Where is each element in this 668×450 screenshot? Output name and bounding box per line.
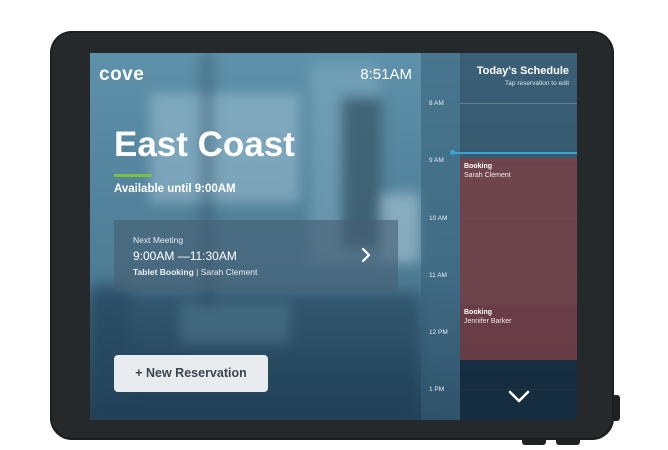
schedule-title: Today's Schedule (476, 65, 569, 77)
schedule-subtitle: Tap reservation to edit (505, 80, 569, 87)
next-meeting-time: 9:00AM —11:30AM (133, 249, 237, 263)
room-name: East Coast (114, 125, 295, 164)
next-meeting-organizer: Sarah Clement (200, 267, 258, 277)
new-reservation-button[interactable]: + New Reservation (114, 355, 268, 392)
hour-label: 8 AM (429, 100, 444, 107)
schedule-scroll-footer (460, 360, 577, 420)
chevron-down-icon[interactable] (508, 390, 530, 404)
booking-block[interactable]: Booking Jennifer Barker (460, 304, 577, 360)
hour-label: 1 PM (429, 386, 445, 393)
chevron-right-icon[interactable] (358, 247, 374, 263)
next-meeting-card[interactable]: Next Meeting 9:00AM —11:30AM Tablet Book… (114, 220, 398, 291)
cove-logo: cove (99, 64, 145, 85)
hour-label: 12 PM (429, 329, 448, 336)
availability-accent-bar (114, 174, 152, 177)
next-meeting-detail: Tablet Booking | Sarah Clement (133, 267, 257, 277)
booking-title: Booking (464, 163, 492, 170)
booking-title: Booking (464, 309, 492, 316)
availability-status: Available until 9:00AM (114, 183, 236, 195)
booking-organizer: Sarah Clement (464, 172, 511, 179)
bottom-button (522, 440, 546, 445)
side-button (614, 395, 620, 421)
booking-block[interactable]: Booking Sarah Clement (460, 158, 577, 304)
hour-gridline (460, 103, 577, 104)
current-time-indicator (453, 152, 577, 154)
room-status-panel: cove 8:51AM East Coast Available until 9… (90, 53, 421, 420)
next-meeting-title: Tablet Booking (133, 267, 194, 277)
hour-label: 11 AM (429, 272, 447, 279)
room-display-screen: cove 8:51AM East Coast Available until 9… (90, 53, 577, 420)
timeline-hours: 8 AM 9 AM 10 AM 11 AM 12 PM 1 PM (421, 53, 460, 420)
next-meeting-heading: Next Meeting (133, 235, 184, 245)
bottom-button (556, 440, 580, 445)
hour-label: 10 AM (429, 215, 448, 222)
current-time-dot (450, 150, 455, 155)
booking-organizer: Jennifer Barker (464, 318, 512, 325)
current-time: 8:51AM (360, 66, 412, 83)
hour-label: 9 AM (429, 157, 444, 164)
next-meeting-separator: | (193, 267, 201, 277)
